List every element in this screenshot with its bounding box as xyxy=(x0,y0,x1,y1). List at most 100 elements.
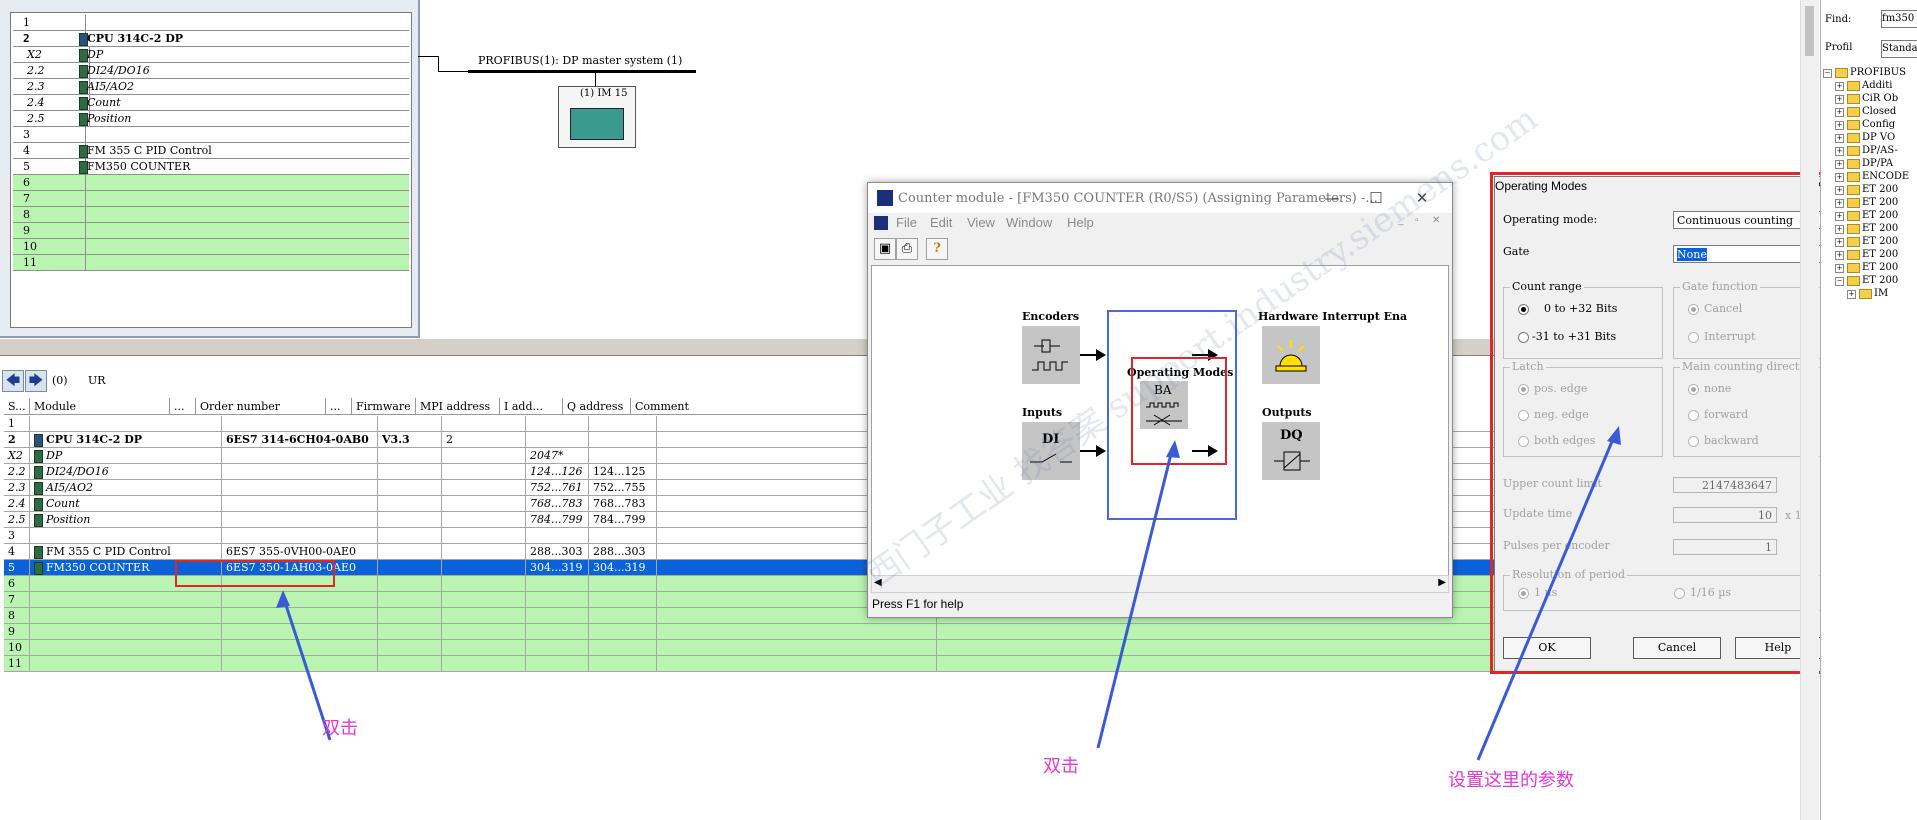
rack-slot: 9 xyxy=(13,223,86,238)
forward-arrow-icon[interactable]: 🡆 xyxy=(25,370,47,392)
print-icon[interactable]: ⎙ xyxy=(896,238,918,260)
column-header[interactable]: ... xyxy=(170,398,196,415)
expand-toggle-icon[interactable]: + xyxy=(1835,173,1844,182)
column-header[interactable]: ... xyxy=(326,398,352,415)
cell-i: 288...303 xyxy=(526,544,589,559)
expand-toggle-icon[interactable]: + xyxy=(1847,290,1856,299)
expand-toggle-icon[interactable]: + xyxy=(1835,225,1844,234)
expand-toggle-icon[interactable]: + xyxy=(1835,160,1844,169)
save-icon[interactable]: ▣ xyxy=(874,238,896,260)
column-header[interactable]: Module xyxy=(30,398,170,415)
cell-q xyxy=(589,624,657,639)
catalog-item[interactable]: Config xyxy=(1862,119,1895,130)
rack-row[interactable]: 7 xyxy=(13,191,409,207)
mdi-close-button[interactable]: ✕ xyxy=(1432,215,1440,226)
minimize-button[interactable]: — xyxy=(1312,187,1352,209)
cell-s: 2.5 xyxy=(4,512,30,527)
catalog-item[interactable]: DP VO xyxy=(1862,132,1895,143)
find-input[interactable]: fm350 xyxy=(1881,10,1917,28)
back-arrow-icon[interactable]: 🡄 xyxy=(2,370,24,392)
rack-row[interactable]: 11 xyxy=(13,255,409,271)
rack-row[interactable]: 3 xyxy=(13,127,409,143)
catalog-item[interactable]: DP/PA xyxy=(1862,158,1893,169)
catalog-item[interactable]: ENCODE xyxy=(1862,171,1909,182)
profile-select[interactable]: Standar xyxy=(1881,40,1917,58)
catalog-item[interactable]: IM xyxy=(1874,288,1888,299)
column-header[interactable]: MPI address xyxy=(416,398,500,415)
rack-row[interactable]: 5 FM350 COUNTER xyxy=(13,159,409,175)
cell-mpi: 2 xyxy=(442,432,526,447)
rack-row[interactable]: 10 xyxy=(13,239,409,255)
bus-connector xyxy=(418,56,438,57)
catalog-item[interactable]: ET 200 xyxy=(1862,197,1898,208)
arrow-head xyxy=(1096,349,1106,361)
catalog-item[interactable]: ET 200 xyxy=(1862,275,1898,286)
encoders-block[interactable] xyxy=(1022,326,1080,384)
expand-toggle-icon[interactable]: + xyxy=(1835,186,1844,195)
menu-edit[interactable]: Edit xyxy=(930,215,952,230)
hw-interrupt-block[interactable] xyxy=(1262,326,1320,384)
cell-i: 784...799 xyxy=(526,512,589,527)
catalog-item[interactable]: DP/AS- xyxy=(1862,145,1898,156)
catalog-item[interactable]: ET 200 xyxy=(1862,262,1898,273)
dq-label: DQ xyxy=(1280,428,1303,443)
catalog-item[interactable]: ET 200 xyxy=(1862,236,1898,247)
expand-toggle-icon[interactable]: + xyxy=(1835,82,1844,91)
alarm-light-icon xyxy=(1275,340,1307,372)
expand-toggle-icon[interactable]: + xyxy=(1835,147,1844,156)
catalog-item[interactable]: Closed xyxy=(1862,106,1896,117)
catalog-item[interactable]: Additi xyxy=(1862,80,1892,91)
cell-fw xyxy=(378,480,442,495)
column-header[interactable]: S... xyxy=(4,398,30,415)
column-header[interactable]: I add... xyxy=(500,398,563,415)
expand-toggle-icon[interactable]: + xyxy=(1835,251,1844,260)
scroll-right-icon[interactable]: ▶ xyxy=(1438,577,1446,588)
menu-file[interactable]: File xyxy=(896,215,917,230)
scroll-thumb[interactable] xyxy=(1805,6,1814,56)
catalog-item[interactable]: PROFIBUS xyxy=(1850,67,1906,78)
rack-row[interactable]: 2.3 AI5/AO2 xyxy=(13,79,409,95)
rack-row[interactable]: 6 xyxy=(13,175,409,191)
expand-toggle-icon[interactable]: + xyxy=(1835,121,1844,130)
expand-toggle-icon[interactable]: + xyxy=(1835,108,1844,117)
horizontal-scrollbar[interactable]: ◀ ▶ xyxy=(871,575,1449,593)
highlight-box xyxy=(1490,172,1830,674)
rack-row[interactable]: 4 FM 355 C PID Control xyxy=(13,143,409,159)
menu-help[interactable]: Help xyxy=(1067,215,1094,230)
column-header[interactable]: Order number xyxy=(196,398,326,415)
expand-toggle-icon[interactable]: + xyxy=(1835,134,1844,143)
expand-toggle-icon[interactable]: + xyxy=(1835,212,1844,221)
rack-row[interactable]: 9 xyxy=(13,223,409,239)
catalog-item[interactable]: CiR Ob xyxy=(1862,93,1898,104)
catalog-item[interactable]: ET 200 xyxy=(1862,249,1898,260)
catalog-item[interactable]: ET 200 xyxy=(1862,210,1898,221)
menu-view[interactable]: View xyxy=(967,215,995,230)
rack-row[interactable]: 8 xyxy=(13,207,409,223)
encoders-label: Encoders xyxy=(1022,310,1080,323)
expand-toggle-icon[interactable]: + xyxy=(1835,199,1844,208)
column-header[interactable]: Firmware xyxy=(352,398,416,415)
help-icon[interactable]: ? xyxy=(926,238,948,260)
rack-row[interactable]: 2.5 Position xyxy=(13,111,409,127)
catalog-item[interactable]: ET 200 xyxy=(1862,184,1898,195)
rack-row[interactable]: 2.2 DI24/DO16 xyxy=(13,63,409,79)
expand-toggle-icon[interactable]: + xyxy=(1835,238,1844,247)
vertical-scrollbar[interactable] xyxy=(1800,0,1819,820)
rack-row[interactable]: 1 xyxy=(13,15,409,31)
expand-toggle-icon[interactable]: + xyxy=(1835,95,1844,104)
rack-row[interactable]: 2.4 Count xyxy=(13,95,409,111)
expand-toggle-icon[interactable]: − xyxy=(1823,69,1832,78)
catalog-item[interactable]: ET 200 xyxy=(1862,223,1898,234)
rack-row[interactable]: X2 DP xyxy=(13,47,409,63)
rack-row[interactable]: 2 CPU 314C-2 DP xyxy=(13,31,409,47)
profibus-line[interactable] xyxy=(468,70,696,73)
outputs-block[interactable]: DQ xyxy=(1262,422,1320,480)
cell-fw xyxy=(378,464,442,479)
expand-toggle-icon[interactable]: + xyxy=(1835,264,1844,273)
menu-window[interactable]: Window xyxy=(1006,215,1052,230)
rack-module: AI5/AO2 xyxy=(87,80,134,93)
cell-fw xyxy=(378,576,442,591)
column-header[interactable]: Q address xyxy=(563,398,631,415)
expand-toggle-icon[interactable]: − xyxy=(1835,277,1844,286)
cell-module xyxy=(30,608,222,623)
